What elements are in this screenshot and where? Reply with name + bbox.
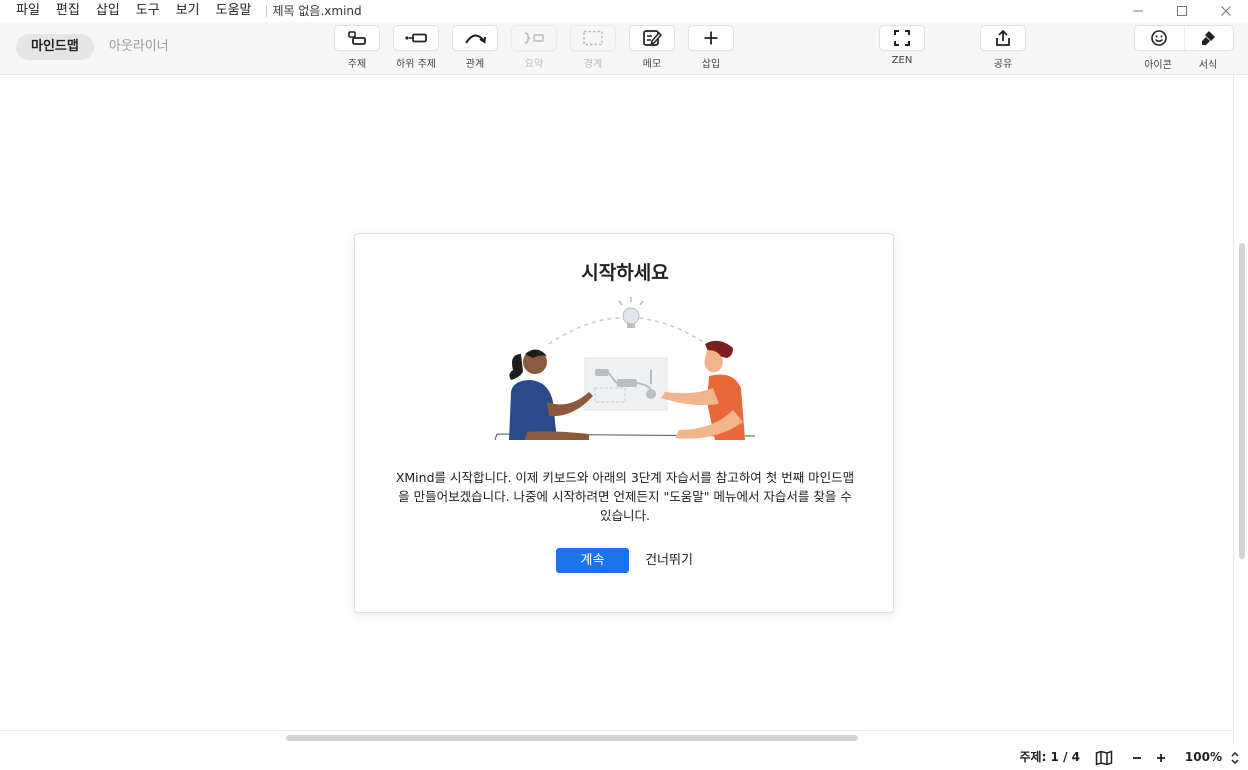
summary-bracket-icon <box>524 32 544 44</box>
summary-tool[interactable]: 요약 <box>510 25 558 70</box>
insert-tool[interactable]: 삽입 <box>687 25 735 70</box>
zen-label: ZEN <box>891 55 913 66</box>
format-label: 서식 <box>1198 60 1218 71</box>
horizontal-scrollbar[interactable] <box>0 730 1233 745</box>
subtopic-label: 하위 주제 <box>396 59 436 70</box>
fullscreen-corners-icon <box>894 30 910 46</box>
menu-insert[interactable]: 삽입 <box>88 0 128 22</box>
relationship-arc-icon <box>465 34 486 44</box>
relationship-tool[interactable]: 관계 <box>451 25 499 70</box>
map-book-icon <box>1095 750 1113 766</box>
icon-label: 아이콘 <box>1144 60 1172 71</box>
plus-icon <box>1157 754 1165 762</box>
icon-format-group <box>1134 25 1234 51</box>
boundary-button[interactable] <box>570 25 616 51</box>
topic-label: 주제 <box>347 59 367 70</box>
subtopic-icon <box>405 33 427 43</box>
zen-button[interactable] <box>879 25 925 51</box>
menu-file[interactable]: 파일 <box>0 0 48 22</box>
note-edit-icon <box>643 30 662 46</box>
dialog-title: 시작하세요 <box>581 262 669 284</box>
collaboration-illustration <box>494 297 756 441</box>
zoom-in-button[interactable] <box>1152 749 1170 767</box>
zoom-level[interactable]: 100% <box>1180 745 1222 770</box>
zen-tool[interactable]: ZEN <box>878 25 926 66</box>
share-tool[interactable]: 공유 <box>979 25 1027 70</box>
document-title: 제목 없음.xmind <box>265 5 362 17</box>
subtopic-tool[interactable]: 하위 주제 <box>392 25 440 70</box>
minimize-icon <box>1133 10 1143 12</box>
note-label: 메모 <box>642 59 662 70</box>
mode-switch: 마인드맵 아웃라이너 <box>16 34 184 60</box>
relationship-label: 관계 <box>465 59 485 70</box>
zoom-dropdown[interactable] <box>1228 749 1242 767</box>
skip-button[interactable]: 건너뛰기 <box>639 548 699 573</box>
map-view-button[interactable] <box>1094 749 1114 767</box>
menu-edit[interactable]: 편집 <box>48 0 88 22</box>
summary-label: 요약 <box>524 59 544 70</box>
maximize-icon <box>1177 6 1187 16</box>
topic-icon <box>348 31 366 45</box>
topic-tool[interactable]: 주제 <box>333 25 381 70</box>
horizontal-scroll-thumb[interactable] <box>286 735 858 741</box>
toolbar: 마인드맵 아웃라이너 주제 하위 주제 관계 요약 경계 메모 삽입 ZEN 공… <box>0 22 1248 75</box>
continue-button[interactable]: 계속 <box>556 548 629 573</box>
close-button[interactable] <box>1204 0 1248 22</box>
menu-help[interactable]: 도움말 <box>208 0 260 22</box>
menu-tools[interactable]: 도구 <box>128 0 168 22</box>
share-upload-icon <box>996 29 1010 46</box>
boundary-tool[interactable]: 경계 <box>569 25 617 70</box>
insert-button[interactable] <box>688 25 734 51</box>
boundary-dashed-icon <box>583 30 603 46</box>
note-tool[interactable]: 메모 <box>628 25 676 70</box>
menu-bar: 파일 편집 삽입 도구 보기 도움말 제목 없음.xmind <box>0 0 1248 22</box>
tab-mindmap[interactable]: 마인드맵 <box>16 34 94 60</box>
minus-icon <box>1133 757 1141 759</box>
close-icon <box>1221 6 1231 16</box>
summary-button[interactable] <box>511 25 557 51</box>
vertical-scroll-thumb[interactable] <box>1239 243 1245 559</box>
share-label: 공유 <box>993 59 1013 70</box>
zoom-out-button[interactable] <box>1128 749 1146 767</box>
plus-icon <box>704 31 718 45</box>
maximize-button[interactable] <box>1160 0 1204 22</box>
window-controls <box>1116 0 1248 22</box>
share-button[interactable] <box>980 25 1026 51</box>
vertical-scrollbar[interactable] <box>1233 75 1248 745</box>
chevron-up-down-icon <box>1231 751 1239 765</box>
topic-button[interactable] <box>334 25 380 51</box>
smiley-icon <box>1151 30 1168 46</box>
status-bar: 주제: 1 / 4 100% <box>0 745 1248 770</box>
boundary-label: 경계 <box>583 59 603 70</box>
getting-started-dialog: 시작하세요 XMind를 시작합니다. 이제 키보드와 아래의 3단계 자습서를 <box>354 233 894 613</box>
icon-button[interactable] <box>1135 26 1185 50</box>
menu-view[interactable]: 보기 <box>168 0 208 22</box>
note-button[interactable] <box>629 25 675 51</box>
topic-count: 주제: 1 / 4 <box>1019 750 1081 764</box>
format-button[interactable] <box>1185 26 1234 50</box>
minimize-button[interactable] <box>1116 0 1160 22</box>
tab-outliner[interactable]: 아웃라이너 <box>94 34 184 60</box>
dialog-description: XMind를 시작합니다. 이제 키보드와 아래의 3단계 자습서를 참고하여 … <box>395 470 855 523</box>
insert-label: 삽입 <box>701 59 721 70</box>
paint-brush-icon <box>1201 31 1215 45</box>
relationship-button[interactable] <box>452 25 498 51</box>
subtopic-button[interactable] <box>393 25 439 51</box>
